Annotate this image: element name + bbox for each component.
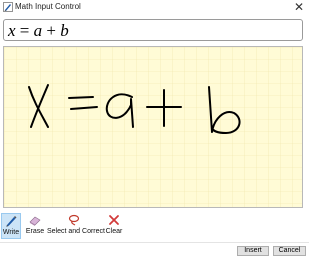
footer-divider — [0, 242, 309, 243]
pen-icon — [6, 216, 17, 227]
close-icon[interactable]: ✕ — [292, 0, 306, 14]
recognized-expression: x = a + b — [8, 21, 69, 40]
write-tool-label: Write — [2, 229, 20, 236]
handwriting-grid — [4, 47, 302, 207]
title-bar: Math Input Control ✕ — [0, 0, 309, 14]
lasso-select-icon — [68, 214, 80, 226]
eraser-icon — [29, 216, 41, 226]
math-input-pen-icon — [3, 2, 13, 12]
select-and-correct-tool-label: Select and Correct — [47, 228, 105, 235]
erase-tool-button[interactable]: Erase — [24, 213, 46, 239]
recognized-preview: x = a + b — [3, 19, 303, 41]
write-tool-button[interactable]: Write — [1, 213, 21, 239]
preview-variable-b: b — [60, 21, 69, 40]
ink-stroke-equals-top — [68, 96, 94, 99]
preview-variable-x: x — [8, 21, 16, 40]
preview-variable-a: a — [33, 21, 43, 40]
clear-icon — [109, 215, 119, 225]
select-and-correct-tool-button[interactable]: Select and Correct — [47, 213, 105, 239]
clear-tool-label: Clear — [105, 228, 123, 235]
window-title: Math Input Control — [15, 2, 81, 11]
cancel-button[interactable]: Cancel — [273, 246, 306, 256]
preview-equals-sign: = — [19, 21, 30, 40]
preview-plus-sign: + — [46, 21, 56, 40]
clear-tool-button[interactable]: Clear — [104, 213, 124, 239]
insert-button[interactable]: Insert — [237, 246, 269, 256]
ink-toolbar: Write Erase Select and Correct Clear — [0, 210, 309, 240]
handwriting-canvas[interactable] — [3, 46, 303, 208]
erase-tool-label: Erase — [25, 228, 45, 235]
